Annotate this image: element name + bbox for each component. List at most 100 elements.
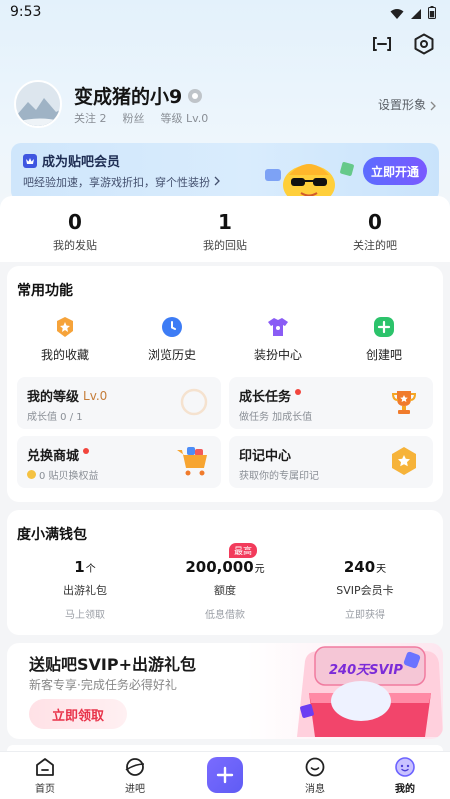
settings-gear-icon[interactable] <box>412 32 436 56</box>
profile-name[interactable]: 变成猪的小9 <box>74 82 203 109</box>
nav-enter-bar[interactable]: 进吧 <box>95 756 175 795</box>
shirt-icon <box>266 315 290 339</box>
avatar[interactable] <box>14 80 62 128</box>
set-image-label: 设置形象 <box>377 98 426 112</box>
credit-sub: 低息借款 <box>205 610 245 621</box>
exchange-mall-sub-text: 0 贴贝换权益 <box>39 471 99 482</box>
my-posts-count: 0 <box>68 210 82 234</box>
svip-gift-illustration: 240天SVIP <box>297 645 443 737</box>
my-level-value: Lv.0 <box>83 388 108 403</box>
nav-enter-bar-label: 进吧 <box>125 784 145 795</box>
wallet-item-svip[interactable]: 240天 SVIP会员卡 立即获得 <box>295 558 435 621</box>
growth-tasks-tile[interactable]: 成长任务 做任务 加成长值 <box>229 377 433 429</box>
status-icons <box>390 4 436 19</box>
exchange-mall-tile[interactable]: 兑换商城 0 贴贝换权益 <box>17 436 221 488</box>
followed-bars[interactable]: 0 关注的吧 <box>300 210 450 253</box>
exchange-mall-title-text: 兑换商城 <box>27 449 80 464</box>
travel-pack-label: 出游礼包 <box>63 584 107 597</box>
common-functions-card: 常用功能 我的收藏 浏览历史 装扮中心 创建吧 我的等级 Lv.0 成长值 0 … <box>7 266 443 502</box>
vip-title: 成为贴吧会员 <box>23 151 120 170</box>
wallet-item-travel-pack[interactable]: 1个 出游礼包 马上领取 <box>15 558 155 621</box>
growth-tasks-title-text: 成长任务 <box>239 390 292 405</box>
nav-messages[interactable]: 消息 <box>275 756 355 795</box>
shopping-cart-icon <box>175 444 211 478</box>
battery-icon <box>428 4 436 19</box>
profile-stats: 关注 2 粉丝 等级 Lv.0 <box>74 110 208 126</box>
my-replies-label: 我的回贴 <box>203 239 247 252</box>
nav-mine[interactable]: 我的 <box>365 756 445 795</box>
travel-pack-sub: 马上领取 <box>65 610 105 621</box>
coin-icon <box>27 470 36 479</box>
promo-subtitle: 新客专享·完成任务必得好礼 <box>29 678 177 692</box>
my-replies[interactable]: 1 我的回贴 <box>150 210 300 253</box>
post-counts: 0 我的发贴 1 我的回贴 0 关注的吧 <box>0 196 450 262</box>
following-count[interactable]: 关注 2 <box>74 110 107 126</box>
nav-mine-label: 我的 <box>395 784 415 795</box>
bottom-nav: 首页 进吧 消息 我的 <box>0 751 450 799</box>
favorites-button[interactable]: 我的收藏 <box>15 315 115 363</box>
my-posts[interactable]: 0 我的发贴 <box>0 210 150 253</box>
my-replies-count: 1 <box>218 210 232 234</box>
status-time: 9:53 <box>10 4 42 20</box>
history-button[interactable]: 浏览历史 <box>122 315 222 363</box>
create-bar-button[interactable]: 创建吧 <box>334 315 434 363</box>
my-level-tile[interactable]: 我的等级 Lv.0 成长值 0 / 1 <box>17 377 221 429</box>
wallet-item-value: 1个 <box>15 558 155 576</box>
chevron-right-icon <box>214 176 220 186</box>
message-icon <box>304 756 326 778</box>
username: 变成猪的小9 <box>74 86 183 108</box>
svip-unit: 天 <box>376 564 387 575</box>
user-level[interactable]: 等级 Lv.0 <box>161 110 209 126</box>
mark-center-tile[interactable]: 印记中心 获取你的专属印记 <box>229 436 433 488</box>
wifi-icon <box>390 5 404 19</box>
promo-banner[interactable]: 送贴吧SVIP+出游礼包 新客专享·完成任务必得好礼 立即领取 240天SVIP <box>7 643 443 739</box>
signal-icon <box>410 5 422 19</box>
wallet-item-credit[interactable]: 200,000元 额度 低息借款 <box>155 558 295 621</box>
wallet-card: 度小满钱包 最高 1个 出游礼包 马上领取 200,000元 额度 低息借款 2… <box>7 510 443 635</box>
credit-unit: 元 <box>254 564 265 575</box>
post-plus-button[interactable] <box>207 757 243 793</box>
create-bar-label: 创建吧 <box>365 348 402 362</box>
my-level-title-text: 我的等级 <box>27 390 80 405</box>
favorites-label: 我的收藏 <box>40 348 89 362</box>
vip-banner[interactable]: 成为贴吧会员 吧经验加速，享游戏折扣，穿个性装扮 立即开通 <box>11 143 439 201</box>
notification-dot <box>295 388 302 395</box>
svip-art-text: 240天SVIP <box>329 663 403 678</box>
promo-claim-button[interactable]: 立即领取 <box>29 699 127 729</box>
my-level-title: 我的等级 Lv.0 <box>27 386 108 406</box>
exchange-mall-sub: 0 贴贝换权益 <box>27 467 99 482</box>
travel-pack-value: 1 <box>74 558 85 576</box>
hot-badge: 最高 <box>229 543 258 558</box>
mark-center-title: 印记中心 <box>239 449 292 464</box>
nav-messages-label: 消息 <box>305 784 325 795</box>
growth-tasks-sub: 做任务 加成长值 <box>239 412 313 423</box>
clock-icon <box>160 315 184 339</box>
planet-icon <box>124 756 146 778</box>
nav-home-label: 首页 <box>35 784 55 795</box>
my-level-sub: 成长值 0 / 1 <box>27 412 83 423</box>
history-label: 浏览历史 <box>147 348 196 362</box>
plus-icon <box>372 315 396 339</box>
followed-bars-count: 0 <box>368 210 382 234</box>
exchange-mall-title: 兑换商城 <box>27 445 90 464</box>
followed-bars-label: 关注的吧 <box>353 239 397 252</box>
promo-title: 送贴吧SVIP+出游礼包 <box>29 655 196 674</box>
top-actions <box>370 32 436 56</box>
svip-value: 240 <box>343 558 376 576</box>
set-image-link[interactable]: 设置形象 <box>378 96 436 113</box>
vip-open-button[interactable]: 立即开通 <box>363 157 427 185</box>
dressup-center-label: 装扮中心 <box>253 348 302 362</box>
vip-subtitle: 吧经验加速，享游戏折扣，穿个性装扮 <box>23 174 220 190</box>
fans-count[interactable]: 粉丝 <box>123 110 145 126</box>
my-posts-label: 我的发贴 <box>53 239 97 252</box>
vip-mascot-illustration <box>261 145 361 201</box>
medal-icon <box>389 446 419 476</box>
nav-home[interactable]: 首页 <box>5 756 85 795</box>
scan-icon[interactable] <box>370 32 394 56</box>
svip-sub: 立即获得 <box>345 610 385 621</box>
dressup-center-button[interactable]: 装扮中心 <box>228 315 328 363</box>
svip-label: SVIP会员卡 <box>336 584 394 597</box>
notification-dot <box>83 447 90 454</box>
home-icon <box>34 756 56 778</box>
credit-label: 额度 <box>214 584 236 597</box>
